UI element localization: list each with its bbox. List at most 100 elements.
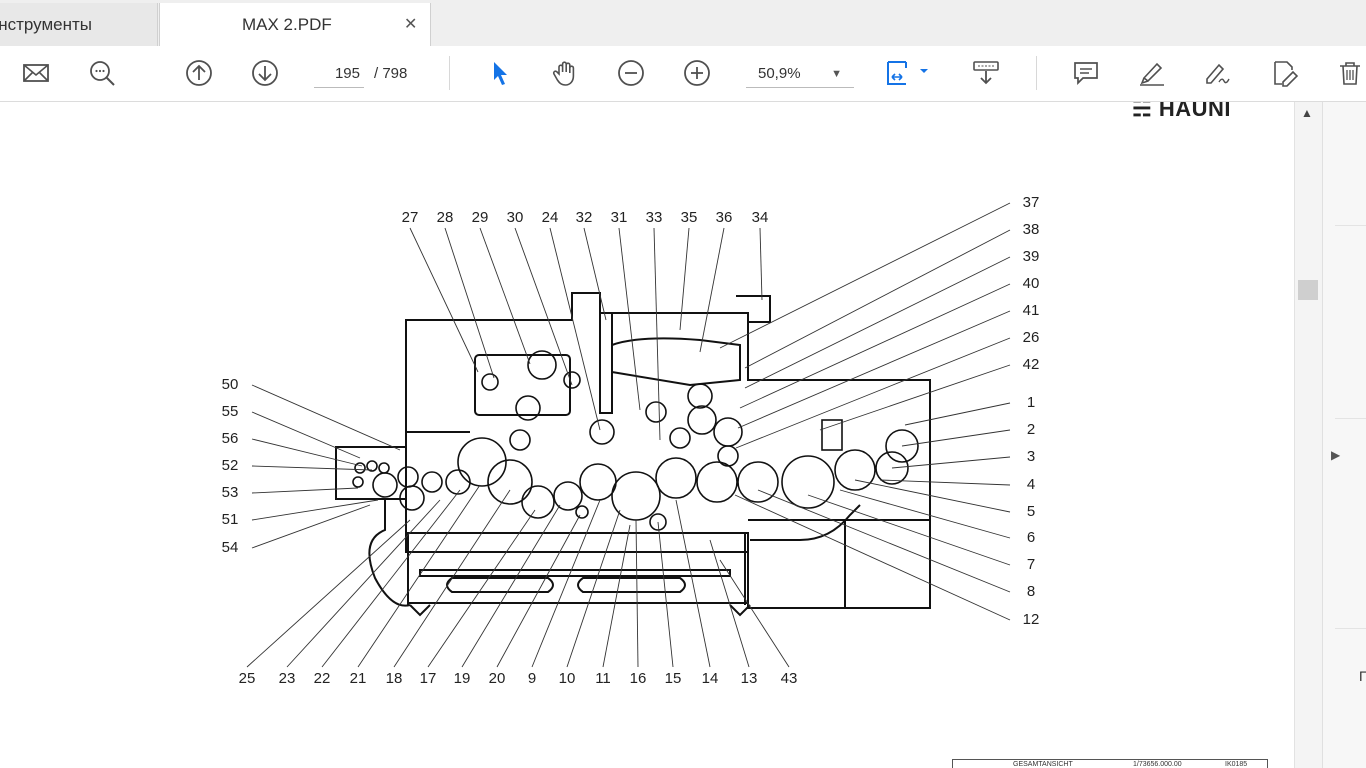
document-view[interactable]: ☵ HAUNI 27 28 29 30 24 32 31 33 35 36 34…: [0, 102, 1294, 768]
leader-top-9: [699, 227, 725, 353]
callout-left-0: 50: [222, 376, 239, 393]
leader-bottom-12: [657, 521, 674, 668]
title-block-code: IK0185: [1225, 761, 1248, 768]
title-block-name: GESAMTANSICHT: [1013, 761, 1073, 768]
callout-right-11: 5: [1027, 503, 1035, 520]
tab-document[interactable]: MAX 2.PDF ✕: [159, 3, 431, 46]
callout-top-9: 36: [716, 209, 733, 226]
callout-bottom-14: 13: [741, 670, 758, 687]
callout-right-4: 41: [1023, 302, 1040, 319]
leader-top-7: [653, 227, 661, 441]
leader-right-3: [739, 283, 1011, 409]
leader-top-10: [759, 227, 763, 301]
zoom-select[interactable]: 50,9% ▼: [746, 62, 854, 88]
zoom-out-icon[interactable]: [615, 58, 647, 88]
tab-label: Инструменты: [0, 15, 93, 34]
hand-tool-icon[interactable]: [549, 58, 581, 88]
close-icon[interactable]: ✕: [404, 3, 417, 46]
toolbar: 195 / 798 50,9% ▼: [0, 46, 1366, 102]
callout-bottom-1: 23: [279, 670, 296, 687]
scroll-mode-icon[interactable]: [970, 58, 1002, 88]
callout-right-7: 1: [1027, 394, 1035, 411]
callout-bottom-9: 10: [559, 670, 576, 687]
callout-bottom-13: 14: [702, 670, 719, 687]
leader-right-5: [735, 337, 1011, 449]
leader-top-3: [514, 227, 573, 386]
callout-bottom-7: 20: [489, 670, 506, 687]
leader-right-6: [819, 364, 1011, 431]
delete-icon[interactable]: [1334, 58, 1366, 88]
leader-bottom-1: [286, 499, 441, 668]
callout-bottom-8: 9: [528, 670, 536, 687]
callout-right-6: 42: [1023, 356, 1040, 373]
callout-top-1: 28: [437, 209, 454, 226]
leader-left-5: [251, 499, 379, 521]
leader-top-8: [679, 227, 690, 331]
leader-top-1: [444, 227, 495, 379]
callout-left-1: 55: [222, 403, 239, 420]
callout-bottom-12: 15: [665, 670, 682, 687]
leader-left-6: [251, 504, 371, 549]
callout-bottom-2: 22: [314, 670, 331, 687]
zoom-in-icon[interactable]: [681, 58, 713, 88]
select-pointer-icon[interactable]: [484, 58, 516, 88]
callout-right-1: 38: [1023, 221, 1040, 238]
callout-right-2: 39: [1023, 248, 1040, 265]
page-total: / 798: [374, 65, 408, 82]
pane-divider: [1335, 418, 1366, 419]
page-down-icon[interactable]: [249, 58, 281, 88]
highlight-icon[interactable]: [1136, 58, 1168, 88]
toolbar-divider: [1036, 56, 1037, 90]
callout-bottom-11: 16: [630, 670, 647, 687]
vertical-scrollbar[interactable]: ▲: [1294, 102, 1322, 768]
leader-top-6: [618, 227, 641, 411]
comment-icon[interactable]: [1070, 58, 1102, 88]
callout-top-0: 27: [402, 209, 419, 226]
title-block-number: 1/73656.000.00: [1133, 761, 1182, 768]
leader-left-2: [251, 438, 363, 467]
machine-drawing: 27 28 29 30 24 32 31 33 35 36 34373839404126421234…: [222, 194, 1040, 687]
leader-top-5: [583, 227, 607, 321]
callout-right-10: 4: [1027, 476, 1035, 493]
chevron-down-icon: ▼: [831, 68, 842, 80]
fit-page-icon[interactable]: [884, 58, 936, 88]
zoom-search-icon[interactable]: [86, 58, 118, 88]
tab-tools[interactable]: Инструменты: [0, 3, 158, 46]
leader-right-12: [839, 489, 1011, 539]
callout-right-15: 12: [1023, 611, 1040, 628]
leader-right-7: [904, 402, 1011, 426]
leader-right-4: [737, 310, 1011, 429]
sign-icon[interactable]: [1201, 58, 1233, 88]
leader-bottom-6: [461, 504, 561, 668]
callout-top-3: 30: [507, 209, 524, 226]
page-up-icon[interactable]: [183, 58, 215, 88]
callout-right-9: 3: [1027, 448, 1035, 465]
pane-divider: [1335, 225, 1366, 226]
leader-right-9: [891, 456, 1011, 469]
callout-top-2: 29: [472, 209, 489, 226]
pane-glyph: П: [1359, 668, 1366, 684]
leader-top-0: [409, 227, 479, 373]
callout-right-14: 8: [1027, 583, 1035, 600]
expand-pane-icon[interactable]: ▶: [1331, 448, 1340, 462]
callout-bottom-6: 19: [454, 670, 471, 687]
mail-icon[interactable]: [20, 58, 52, 88]
leader-right-8: [901, 429, 1011, 447]
callout-left-4: 53: [222, 484, 239, 501]
page-number-input[interactable]: 195: [314, 62, 364, 88]
pane-divider: [1335, 628, 1366, 629]
leader-bottom-15: [719, 559, 790, 668]
callout-bottom-0: 25: [239, 670, 256, 687]
callout-right-8: 2: [1027, 421, 1035, 438]
leader-left-0: [251, 384, 401, 451]
edit-pdf-icon[interactable]: [1268, 58, 1300, 88]
scroll-up-icon[interactable]: ▲: [1301, 106, 1313, 120]
callout-bottom-3: 21: [350, 670, 367, 687]
callout-right-0: 37: [1023, 194, 1040, 211]
scroll-thumb[interactable]: [1298, 280, 1318, 300]
callout-top-8: 35: [681, 209, 698, 226]
leader-bottom-2: [321, 489, 461, 668]
callout-bottom-15: 43: [781, 670, 798, 687]
callout-left-2: 56: [222, 430, 239, 447]
callout-right-5: 26: [1023, 329, 1040, 346]
